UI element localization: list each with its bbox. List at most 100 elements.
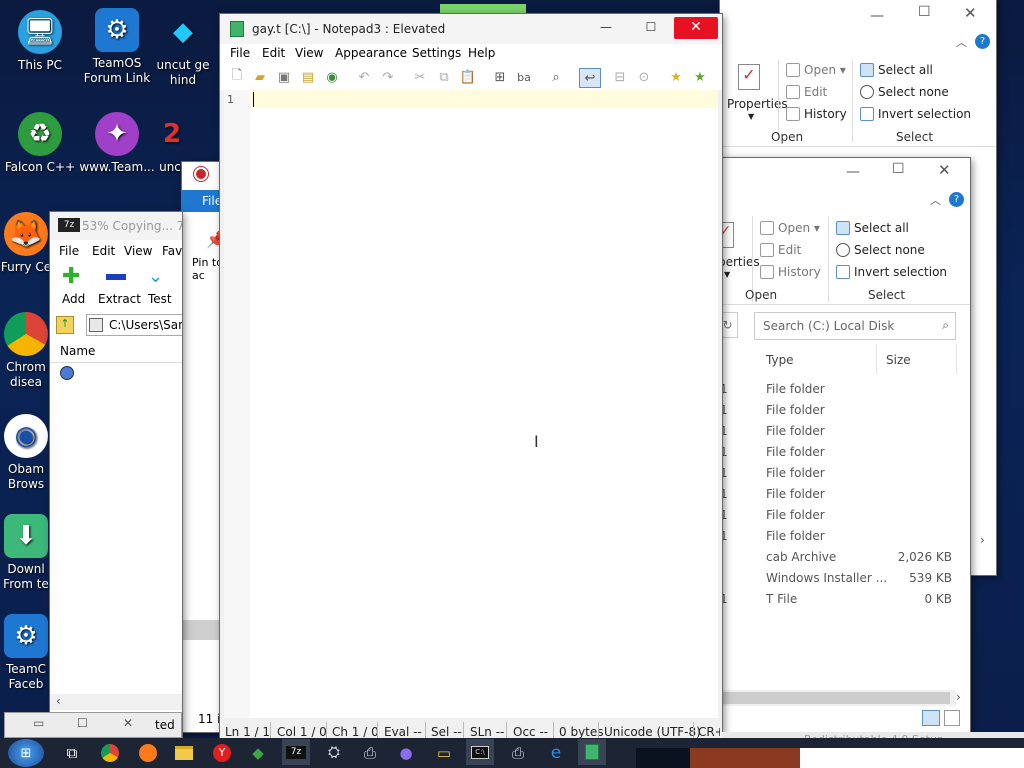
edge-icon[interactable]: e	[542, 740, 570, 766]
scroll-left-arrow[interactable]: ‹	[56, 694, 61, 708]
help-icon[interactable]: ?	[975, 34, 990, 49]
browse-icon[interactable]: ◉	[323, 68, 341, 86]
paste-icon[interactable]: 📋	[459, 68, 477, 86]
history-button[interactable]: History	[786, 107, 847, 121]
add-favorite-icon[interactable]: ★	[691, 68, 709, 86]
copy-icon[interactable]: ⧉	[435, 68, 453, 86]
desktop-icon-www-team[interactable]: ✦ www.Team...	[77, 112, 157, 175]
task-view-icon[interactable]: ⧉	[58, 740, 86, 766]
table-row[interactable]: 1 File folder	[718, 466, 956, 486]
yandex-icon[interactable]: Y	[208, 740, 236, 766]
table-row[interactable]: 1 File folder	[718, 529, 956, 549]
cut-icon[interactable]: ✂	[411, 68, 429, 86]
file-explorer-icon[interactable]	[170, 740, 198, 766]
notepad3-taskbar-icon[interactable]	[578, 739, 606, 765]
magnify-icon[interactable]: ⊙	[635, 68, 653, 86]
redo-icon[interactable]: ↷	[379, 68, 397, 86]
sevenzip-taskbar-icon[interactable]: 7z	[282, 739, 310, 765]
status-encoding[interactable]: Unicode (UTF-8)	[604, 725, 701, 739]
find-icon[interactable]: ⊞	[491, 68, 509, 86]
zoom-icon[interactable]: ⌕	[547, 68, 565, 86]
table-row[interactable]: cab Archive 2,026 KB	[718, 550, 956, 570]
scroll-right-arrow[interactable]: ›	[980, 533, 985, 547]
horizontal-scrollbar[interactable]	[50, 694, 182, 710]
save-as-icon[interactable]: ▤	[299, 68, 317, 86]
menu-settings[interactable]: Settings	[412, 46, 461, 60]
app-icon-purple[interactable]: ●	[392, 740, 420, 766]
desktop-icon-teamos-forum[interactable]: ⚙ TeamOS Forum Link	[77, 8, 157, 86]
desktop-icon-this-pc[interactable]: 🖥 This PC	[0, 10, 80, 73]
column-header-name[interactable]: Name	[60, 344, 95, 358]
monitor-icon[interactable]: ▭	[430, 740, 458, 766]
scrollbar-thumb[interactable]	[718, 692, 950, 704]
chevron-up-icon[interactable]: ︿	[956, 34, 967, 50]
new-file-icon[interactable]: 🗋	[228, 68, 246, 86]
diamond-icon: ◆	[173, 16, 193, 47]
app-icon-green[interactable]: ◆	[244, 740, 272, 766]
select-none-button[interactable]: Select none	[860, 85, 949, 99]
favorite-star-icon[interactable]: ★	[667, 68, 685, 86]
status-eol[interactable]: CR+	[698, 725, 720, 739]
menu-help[interactable]: Help	[468, 46, 495, 60]
editor-area[interactable]: 1 I	[224, 90, 718, 718]
maximize-button[interactable]: ☐	[629, 17, 673, 39]
word-wrap-icon[interactable]: ↩	[579, 68, 601, 88]
tree-icon[interactable]: ⊟	[611, 68, 629, 86]
minimize-button[interactable]: —	[870, 8, 884, 24]
scroll-right-arrow[interactable]: ›	[956, 690, 961, 704]
replace-icon[interactable]: ba	[515, 68, 533, 86]
close-button[interactable]: ✕	[123, 716, 133, 730]
open-button[interactable]: Open ▾	[786, 63, 846, 77]
undo-icon[interactable]: ↶	[355, 68, 373, 86]
menu-view[interactable]: View	[124, 244, 152, 258]
installer-taskbar-icon[interactable]: ⛭	[320, 739, 348, 765]
save-icon[interactable]: ▣	[275, 68, 293, 86]
table-row[interactable]: 1 File folder	[718, 403, 956, 423]
add-button[interactable]: Add	[62, 292, 85, 306]
printer-icon-2[interactable]: ⎙	[504, 740, 532, 766]
table-row[interactable]: 1 File folder	[718, 508, 956, 528]
printer-icon[interactable]: ⎙	[356, 740, 384, 766]
minimize-button[interactable]: ▭	[33, 716, 44, 730]
chrome-icon[interactable]	[96, 740, 124, 766]
close-button[interactable]: ✕	[964, 4, 977, 22]
large-icons-view-icon[interactable]	[944, 710, 960, 726]
edit-button[interactable]: Edit	[786, 85, 827, 99]
close-button[interactable]: ✕	[674, 17, 718, 39]
table-row[interactable]: 1 File folder	[718, 445, 956, 465]
desktop-icon-chrome[interactable]: Chrom disea	[0, 312, 52, 390]
details-view-icon[interactable]	[922, 710, 940, 726]
menu-file[interactable]: File	[59, 244, 79, 258]
menu-view[interactable]: View	[295, 46, 323, 60]
menu-edit[interactable]: Edit	[262, 46, 285, 60]
desktop-icon-teamc[interactable]: ⚙ TeamC Faceb	[0, 614, 52, 692]
minimize-button[interactable]: —	[584, 17, 628, 39]
maximize-button[interactable]: ☐	[77, 716, 88, 730]
table-row[interactable]: 1 File folder	[718, 487, 956, 507]
table-row[interactable]: 1 File folder	[718, 382, 956, 402]
file-item-icon[interactable]	[60, 366, 74, 380]
firefox-icon[interactable]	[134, 740, 162, 766]
desktop-icon-uncut[interactable]: ◆ uncut ge hind	[150, 10, 216, 88]
select-all-button[interactable]: Select all	[860, 63, 933, 77]
menu-favorites[interactable]: Fav	[162, 244, 182, 258]
table-row[interactable]: 1T File 0 KB	[718, 592, 956, 612]
desktop-icon-furry[interactable]: 🦊 Furry Ce	[0, 212, 52, 275]
invert-selection-button[interactable]: Invert selection	[860, 107, 971, 121]
menu-edit[interactable]: Edit	[92, 244, 115, 258]
desktop-icon-falcon[interactable]: ♻ Falcon C++	[0, 112, 80, 175]
start-button[interactable]: ⊞	[8, 739, 44, 767]
table-row[interactable]: Windows Installer ... 539 KB	[718, 571, 956, 591]
desktop-icon-download[interactable]: ⬇ Downl From te	[0, 514, 52, 592]
extract-button[interactable]: Extract	[98, 292, 141, 306]
cmd-icon[interactable]: C:\	[466, 739, 494, 765]
maximize-button[interactable]: ☐	[918, 4, 931, 20]
menu-appearance[interactable]: Appearance	[335, 46, 407, 60]
path-field[interactable]: C:\Users\Sant	[86, 314, 182, 336]
table-row[interactable]: 1 File folder	[718, 424, 956, 444]
open-folder-icon[interactable]: ▰	[251, 68, 269, 86]
menu-file[interactable]: File	[230, 46, 250, 60]
test-button[interactable]: Test	[148, 292, 172, 306]
desktop-icon-obama[interactable]: ◉ Obam Brows	[0, 414, 52, 492]
folder-up-icon[interactable]: ↑	[56, 316, 74, 334]
